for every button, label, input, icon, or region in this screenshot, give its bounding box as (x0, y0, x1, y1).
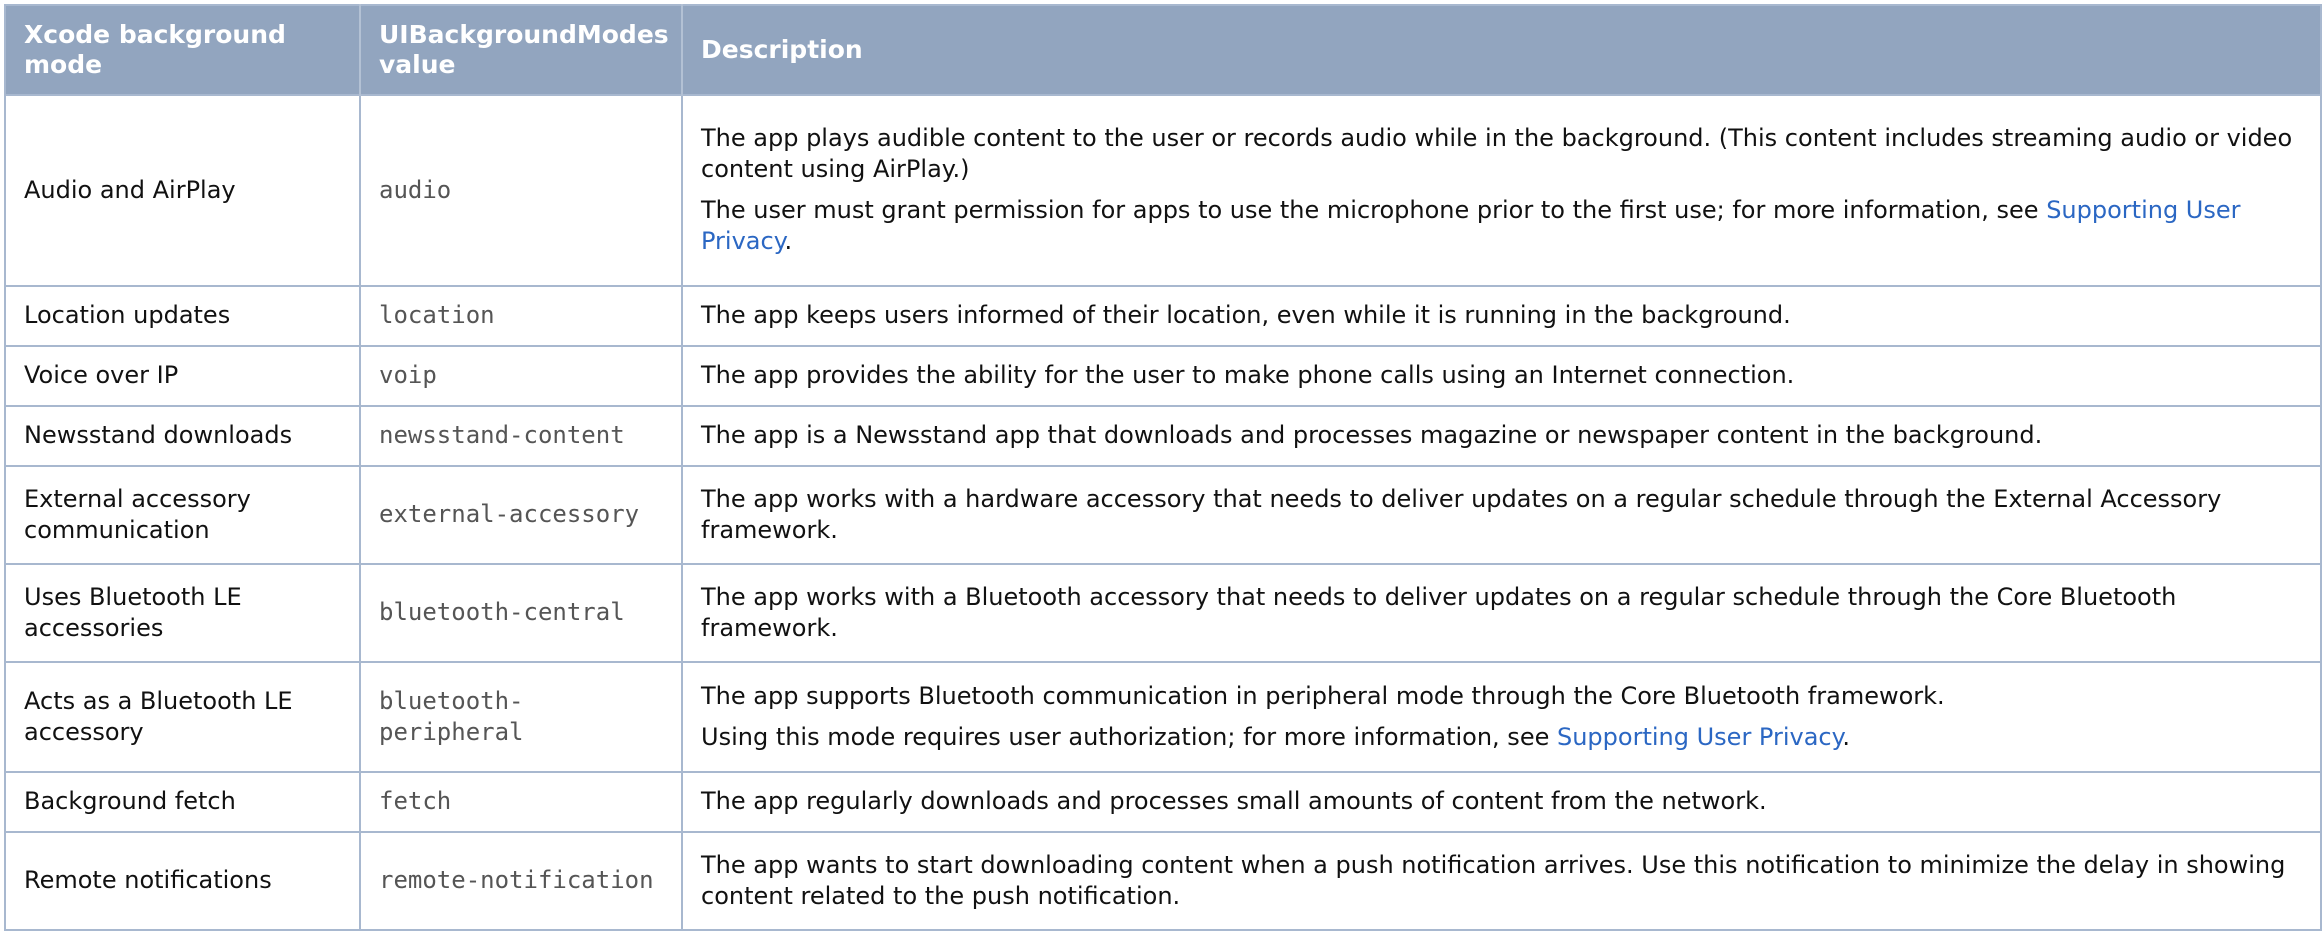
supporting-user-privacy-link[interactable]: Supporting User Privacy (1557, 723, 1842, 751)
header-xcode-background-mode: Xcode background mode (5, 5, 361, 95)
table-row: Location updates location The app keeps us… (5, 284, 2321, 346)
description-text-end: . (784, 227, 793, 256)
background-mode-cell: Voice over IP (5, 344, 361, 406)
description-text: The app regularly downloads and processe… (701, 787, 1767, 816)
table-row: Uses Bluetooth LE accessories bluetooth-c… (5, 562, 2321, 662)
description-text: The app works with a hardware accessory … (701, 484, 2222, 544)
description-paragraph: The app provides the ability for the use… (701, 360, 2306, 391)
description-text: The app is a Newsstand app that download… (701, 421, 2043, 450)
mode-value-cell: remote-notification (360, 830, 683, 930)
description-text: The app wants to start downloading conte… (701, 850, 2286, 910)
description-text: The app keeps users informed of their lo… (701, 301, 1791, 330)
background-mode-cell: Audio and AirPlay (5, 94, 361, 286)
mode-value-cell: fetch (360, 771, 683, 832)
table-body: Audio and AirPlay audio The app plays audi… (5, 94, 2321, 930)
header-uibackgroundmodes-value: UIBackgroundModes value (360, 5, 683, 95)
background-mode-cell: Acts as a Bluetooth LE accessory (5, 660, 361, 772)
description-cell: The app is a Newsstand app that download… (682, 404, 2321, 466)
description-paragraph: The app supports Bluetooth communication… (701, 681, 2306, 712)
description-text: Using this mode requires user authorizat… (701, 722, 1557, 751)
table-row: Background fetch fetch The app regularly d… (5, 771, 2321, 832)
background-mode-cell: External accessory communication (5, 464, 361, 564)
table-row: Acts as a Bluetooth LE accessory bluetoot… (5, 660, 2321, 772)
description-cell: The app works with a Bluetooth accessory… (682, 562, 2321, 662)
background-modes-table-container: Xcode background mode UIBackgroundModes … (4, 4, 2322, 931)
table-header: Xcode background mode UIBackgroundModes … (5, 5, 2321, 95)
mode-value-cell: audio (360, 94, 683, 286)
mode-value-cell: location (360, 284, 683, 346)
description-text: The app works with a Bluetooth accessory… (701, 582, 2177, 642)
mode-value-cell: voip (360, 344, 683, 406)
background-mode-cell: Remote notifications (5, 830, 361, 930)
table-row: Newsstand downloads newsstand-content The … (5, 404, 2321, 466)
table-row: Voice over IP voip The app provides the ab… (5, 344, 2321, 406)
table-row: Remote notifications remote-notification T… (5, 830, 2321, 930)
description-cell: The app keeps users informed of their lo… (682, 284, 2321, 346)
description-paragraph: The app works with a Bluetooth accessory… (701, 582, 2306, 644)
background-modes-table: Xcode background mode UIBackgroundModes … (4, 4, 2322, 931)
description-paragraph: The app keeps users informed of their lo… (701, 300, 2306, 331)
background-mode-cell: Uses Bluetooth LE accessories (5, 562, 361, 662)
description-cell: The app works with a hardware accessory … (682, 464, 2321, 564)
description-paragraph: Using this mode requires user authorizat… (701, 722, 2306, 753)
description-paragraph: The app wants to start downloading conte… (701, 850, 2306, 912)
description-text: The app plays audible content to the use… (701, 124, 2293, 184)
description-paragraph: The app plays audible content to the use… (701, 123, 2306, 185)
header-description: Description (682, 5, 2321, 95)
description-cell: The app supports Bluetooth communication… (682, 660, 2321, 772)
table-row: External accessory communication external… (5, 464, 2321, 564)
description-paragraph: The app is a Newsstand app that download… (701, 420, 2306, 451)
mode-value-cell: newsstand-content (360, 404, 683, 466)
description-paragraph: The user must grant permission for apps … (701, 195, 2306, 257)
description-paragraph: The app works with a hardware accessory … (701, 484, 2306, 546)
mode-value-cell: external-accessory (360, 464, 683, 564)
table-row: Audio and AirPlay audio The app plays audi… (5, 94, 2321, 286)
description-cell: The app plays audible content to the use… (682, 94, 2321, 286)
mode-value-cell: bluetooth-central (360, 562, 683, 662)
description-text: The app supports Bluetooth communication… (701, 681, 1945, 710)
background-mode-cell: Location updates (5, 284, 361, 346)
background-mode-cell: Background fetch (5, 771, 361, 832)
description-text-end: . (1842, 722, 1851, 751)
description-cell: The app wants to start downloading conte… (682, 830, 2321, 930)
header-row: Xcode background mode UIBackgroundModes … (5, 5, 2321, 95)
description-cell: The app provides the ability for the use… (682, 344, 2321, 406)
description-paragraph: The app regularly downloads and processe… (701, 786, 2306, 817)
description-cell: The app regularly downloads and processe… (682, 771, 2321, 832)
background-mode-cell: Newsstand downloads (5, 404, 361, 466)
description-text: The user must grant permission for apps … (701, 196, 2047, 225)
description-text: The app provides the ability for the use… (701, 361, 1795, 390)
mode-value-cell: bluetooth-peripheral (360, 660, 683, 772)
